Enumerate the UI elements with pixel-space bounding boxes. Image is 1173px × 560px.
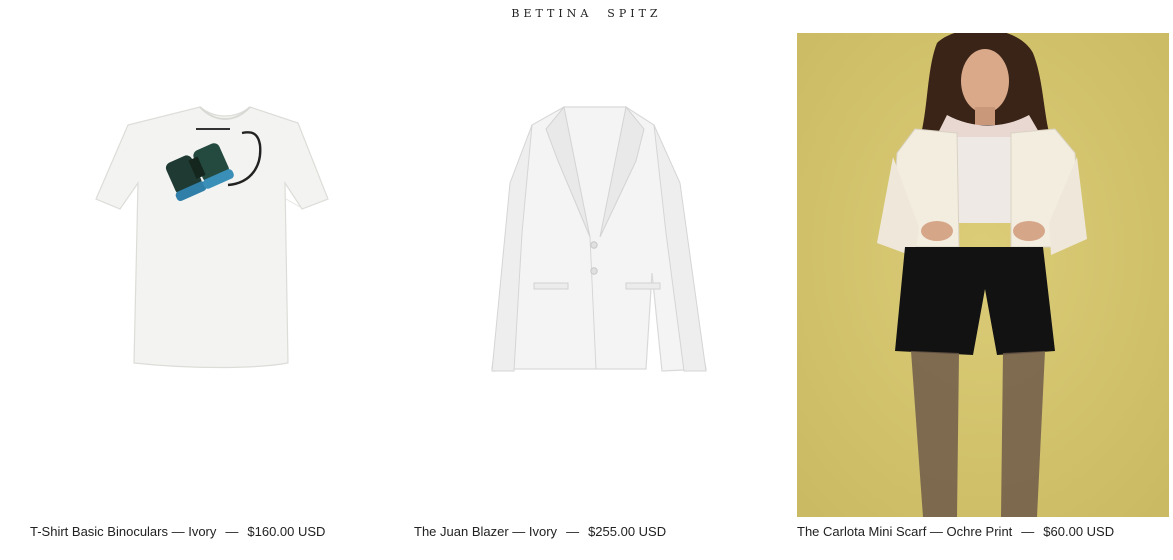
product-card-scarf[interactable]: The Carlota Mini Scarf — Ochre Print — $60… — [797, 33, 1169, 548]
product-price: $60.00 USD — [1043, 524, 1115, 539]
product-card-tshirt[interactable]: T-Shirt Basic Binoculars — Ivory — $160.00… — [30, 33, 402, 548]
model-photo — [797, 33, 1169, 517]
brand-logo[interactable]: BETTINA SPITZ — [0, 7, 1173, 20]
caption-separator: — — [1021, 524, 1035, 539]
product-grid-page: BETTINA SPITZ T-Shirt Basic Binoculars —… — [0, 0, 1173, 560]
caption-separator: — — [225, 524, 239, 539]
product-image[interactable] — [797, 33, 1169, 517]
blazer-image — [491, 105, 707, 373]
product-name[interactable]: T-Shirt Basic Binoculars — Ivory — [30, 524, 216, 539]
product-name[interactable]: The Carlota Mini Scarf — Ochre Print — [797, 524, 1012, 539]
product-image[interactable] — [414, 33, 786, 517]
product-price: $255.00 USD — [588, 524, 667, 539]
product-caption[interactable]: T-Shirt Basic Binoculars — Ivory — $160.00… — [30, 524, 402, 539]
product-name[interactable]: The Juan Blazer — Ivory — [414, 524, 557, 539]
product-caption[interactable]: The Juan Blazer — Ivory — $255.00 USD — [414, 524, 786, 539]
caption-separator: — — [566, 524, 580, 539]
product-caption[interactable]: The Carlota Mini Scarf — Ochre Print — $60… — [797, 524, 1169, 539]
tshirt-image — [95, 106, 329, 369]
product-image[interactable] — [30, 33, 402, 517]
product-price: $160.00 USD — [247, 524, 326, 539]
product-card-blazer[interactable]: The Juan Blazer — Ivory — $255.00 USD — [414, 33, 786, 548]
